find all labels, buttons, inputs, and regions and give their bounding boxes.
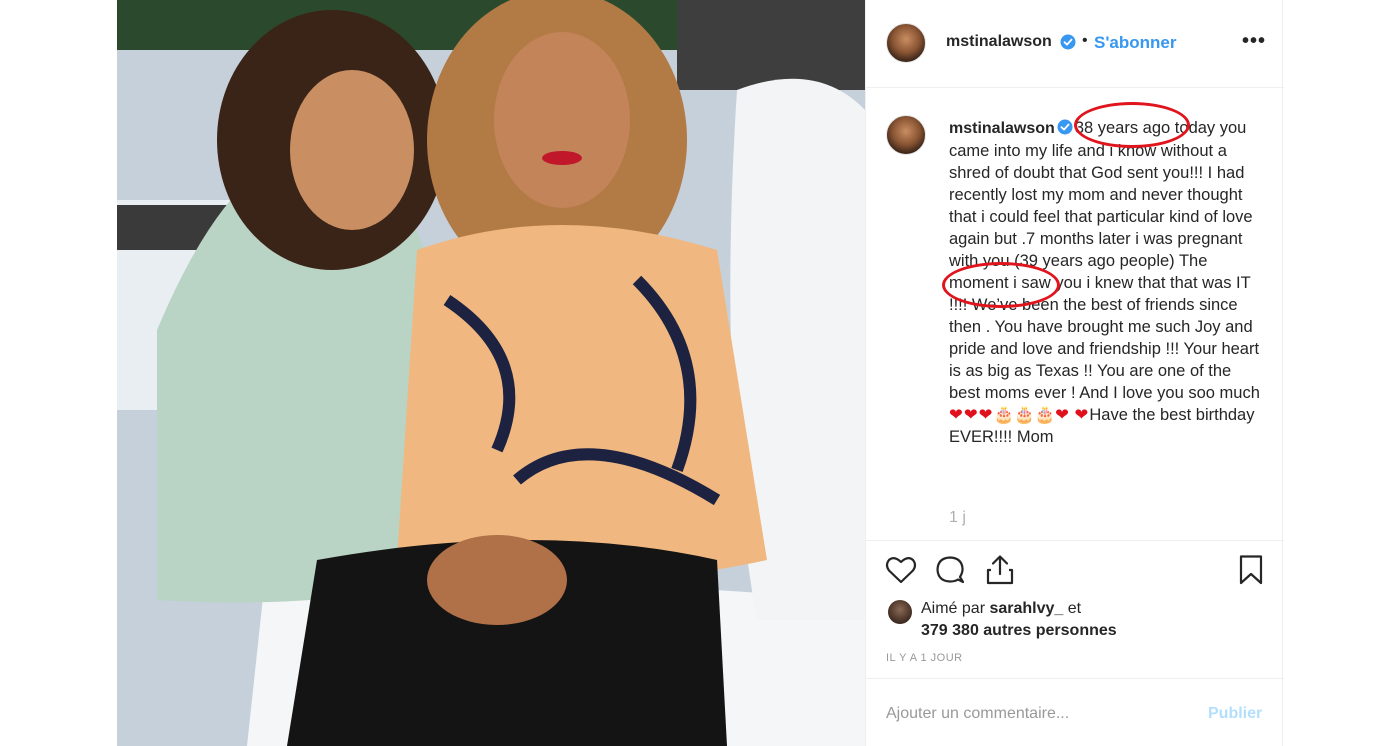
post-timestamp[interactable]: IL Y A 1 JOUR (886, 652, 963, 664)
comment-input[interactable]: Ajouter un commentaire... (886, 705, 1069, 723)
like-button[interactable] (884, 553, 918, 587)
comment-icon (936, 556, 965, 584)
separator-dot: • (1082, 32, 1088, 49)
verified-badge-icon (1060, 34, 1076, 50)
comment-button[interactable] (933, 553, 967, 587)
likes-count[interactable]: 379 380 autres personnes (921, 622, 1117, 640)
caption-body-1: today you came into my life and i know w… (949, 119, 1253, 270)
circled-phrase-1: 38 years ago (1074, 119, 1171, 137)
heart-emoji-2: ❤ (1055, 406, 1070, 424)
author-username[interactable]: mstinalawson (946, 33, 1052, 51)
liked-by-user[interactable]: sarahlvy_ (989, 600, 1063, 617)
liked-by-prefix: Aimé par (921, 600, 990, 617)
circled-phrase-2: (39 years ago (1014, 252, 1116, 270)
save-button[interactable] (1234, 553, 1268, 587)
follow-button[interactable]: S'abonner (1094, 33, 1176, 53)
caption-verified-badge-icon (1057, 119, 1073, 135)
share-icon (986, 555, 1014, 585)
caption-author-avatar[interactable] (886, 115, 926, 155)
heart-emojis-1: ❤❤❤ (949, 406, 994, 424)
liked-by-line: Aimé par sarahlvy_ et (921, 600, 1081, 618)
post-photo[interactable] (117, 0, 865, 746)
post-header: mstinalawson • S'abonner ••• (866, 0, 1284, 88)
caption-area: mstinalawson 38 years ago today you came … (866, 89, 1284, 539)
liker-avatar[interactable] (888, 600, 912, 624)
caption-body-2: people) The moment i saw you i knew that… (949, 252, 1260, 402)
photo-illustration (117, 0, 865, 746)
author-avatar[interactable] (886, 23, 926, 63)
caption-username[interactable]: mstinalawson (949, 120, 1055, 137)
share-button[interactable] (983, 553, 1017, 587)
post-side-panel: mstinalawson • S'abonner ••• mstinalawso… (865, 0, 1284, 746)
heart-emoji-3: ❤ (1074, 406, 1090, 424)
publish-button[interactable]: Publier (1208, 705, 1262, 723)
liked-by-suffix: et (1063, 600, 1082, 617)
cake-emojis: 🎂🎂🎂 (993, 406, 1056, 424)
bookmark-icon (1239, 555, 1263, 585)
post-actions: Aimé par sarahlvy_ et 379 380 autres per… (866, 540, 1284, 660)
caption-text: mstinalawson 38 years ago today you came … (949, 117, 1261, 448)
more-icon[interactable]: ••• (1242, 30, 1266, 53)
heart-icon (885, 557, 917, 584)
comment-bar: Ajouter un commentaire... Publier (866, 678, 1284, 746)
caption-time[interactable]: 1 j (949, 509, 966, 527)
